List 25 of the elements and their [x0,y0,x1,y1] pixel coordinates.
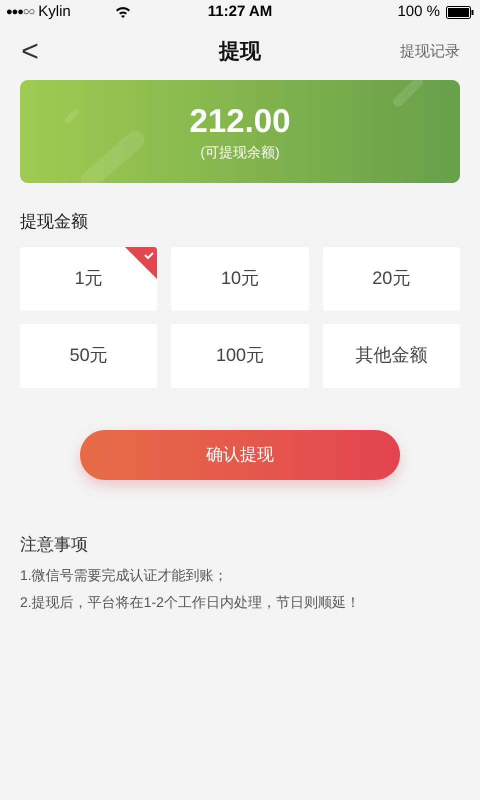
back-button[interactable]: < [20,37,40,67]
amount-option[interactable]: 50元 [20,324,158,388]
note-text: 2.提现后，平台将在1-2个工作日内处理，节日则顺延！ [20,593,361,612]
carrier-name: Kylin [38,2,71,22]
amount-option[interactable]: 其他金额 [322,324,460,388]
amount-option[interactable]: 1元 [20,246,158,310]
check-corner-icon [125,246,158,278]
history-link[interactable]: 提现记录 [400,40,460,64]
confirm-button[interactable]: 确认提现 [80,430,400,480]
clock-time: 11:27 AM [208,2,272,22]
battery-icon [446,6,474,18]
wifi-icon [114,6,131,18]
amount-option[interactable]: 20元 [322,246,460,310]
page-title: 提现 [219,39,261,66]
amount-option[interactable]: 10元 [171,246,309,310]
balance-amount: 212.00 [190,101,290,142]
stripe-decoration [393,80,423,107]
note-text: 1.微信号需要完成认证才能到账； [20,566,229,585]
notes-title: 注意事项 [20,534,89,556]
section-label: 提现金额 [20,211,89,233]
battery-percent: 100 % [397,2,440,22]
stripe-decoration [81,131,144,183]
balance-caption: (可提现余额) [200,142,280,162]
amount-option[interactable]: 100元 [171,324,309,388]
signal-strength: ●●●○○ [6,4,34,20]
